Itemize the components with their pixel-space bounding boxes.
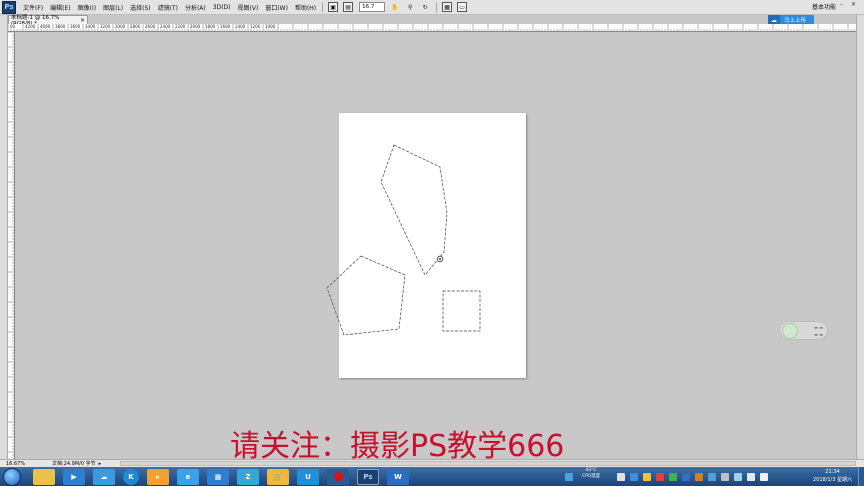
clock-time: 21:34 bbox=[825, 469, 840, 475]
shield-icon[interactable]: U bbox=[297, 468, 319, 485]
tray-icon-2[interactable] bbox=[630, 472, 638, 481]
ruler-number: 3600 bbox=[70, 24, 81, 29]
record-icon[interactable] bbox=[327, 468, 349, 485]
shopping-cart-icon[interactable]: 🛒 bbox=[267, 468, 289, 485]
tab-close-icon[interactable]: × bbox=[80, 17, 85, 24]
k-app-icon[interactable]: K bbox=[123, 468, 139, 485]
ruler-number: 1000 bbox=[265, 24, 276, 29]
tray-icon-6[interactable] bbox=[682, 472, 690, 481]
rotate-view-icon[interactable]: ↻ bbox=[420, 2, 430, 12]
ruler-number: 2600 bbox=[145, 24, 156, 29]
menu-view[interactable]: 视图(V) bbox=[238, 3, 259, 12]
arrange-documents-icon[interactable]: ▦ bbox=[442, 2, 453, 12]
ruler-number: 2400 bbox=[160, 24, 171, 29]
notification-icons bbox=[612, 467, 768, 486]
arrange-icon[interactable]: ▤ bbox=[343, 2, 354, 12]
media-player-icon[interactable]: ▶ bbox=[63, 468, 85, 485]
ruler-number: 4000 bbox=[40, 24, 51, 29]
vertical-ruler[interactable] bbox=[8, 32, 15, 459]
file-explorer-icon[interactable] bbox=[33, 468, 55, 485]
tray-icon-3[interactable] bbox=[643, 472, 651, 481]
status-zoom[interactable]: 16.67% bbox=[6, 461, 28, 467]
screen-mode-icon[interactable]: ▣ bbox=[328, 2, 339, 12]
tray-icon-4[interactable] bbox=[656, 472, 664, 481]
taskbar-clock[interactable]: 21:34 2018/1/3 星期六 bbox=[813, 468, 852, 484]
vertical-ruler-ticks bbox=[8, 32, 15, 459]
horizontal-scrollbar[interactable] bbox=[120, 461, 856, 466]
start-button[interactable] bbox=[3, 467, 21, 486]
menu-file[interactable]: 文件(F) bbox=[23, 3, 43, 12]
hand-tool-icon[interactable]: ✋ bbox=[390, 2, 400, 12]
status-bar: 16.67% 文档:24.9M/0 字节 ▸ bbox=[0, 459, 864, 467]
status-menu-arrow-icon[interactable]: ▸ bbox=[99, 461, 102, 467]
menu-bar: Ps 文件(F) 编辑(E) 图像(I) 图层(L) 选择(S) 滤镜(T) 分… bbox=[0, 0, 864, 15]
horizontal-ruler[interactable]: 00 4200 4000 3800 3600 3400 3200 3000 2800 2600 24… bbox=[8, 24, 856, 32]
windows-taskbar: ▶ ☁ K ▸ e ▦ Z 🛒 U Ps W 43°C CPU温度 21:34 … bbox=[0, 467, 864, 486]
internet-explorer-icon[interactable]: e bbox=[177, 468, 199, 485]
word-icon[interactable]: W bbox=[387, 468, 409, 485]
ruler-number: 1200 bbox=[250, 24, 261, 29]
network-icon[interactable] bbox=[734, 472, 742, 481]
menu-3d[interactable]: 3D(D) bbox=[213, 4, 231, 11]
ruler-number: 2000 bbox=[190, 24, 201, 29]
menu-help[interactable]: 帮助(H) bbox=[295, 3, 316, 12]
zoom-select[interactable]: 16.7 bbox=[359, 2, 386, 12]
menu-filter[interactable]: 滤镜(T) bbox=[158, 3, 178, 12]
widget-stat-line: ▬ ▬ bbox=[814, 332, 823, 337]
widget-stat-line: ▬ ▬ bbox=[814, 325, 823, 330]
ruler-number: 3800 bbox=[55, 24, 66, 29]
clock-date: 2018/1/3 星期六 bbox=[812, 477, 852, 483]
menu-analysis[interactable]: 分析(A) bbox=[185, 3, 206, 12]
status-doc-info: 文档:24.9M/0 字节 bbox=[52, 461, 96, 467]
tray-icon-1[interactable] bbox=[617, 472, 625, 481]
close-icon[interactable]: ✕ bbox=[851, 1, 858, 8]
cpu-usage-indicator bbox=[782, 323, 798, 339]
photoshop-window: Ps 文件(F) 编辑(E) 图像(I) 图层(L) 选择(S) 滤镜(T) 分… bbox=[0, 0, 864, 486]
menu-image[interactable]: 图像(I) bbox=[78, 3, 96, 12]
tray-icon-9[interactable] bbox=[721, 472, 729, 481]
volume-icon[interactable] bbox=[747, 472, 755, 481]
cpu-temp-readout: 43°C CPU温度 bbox=[578, 468, 604, 480]
document-canvas[interactable] bbox=[339, 113, 526, 378]
ruler-number: 1400 bbox=[235, 24, 246, 29]
ruler-number: 1600 bbox=[220, 24, 231, 29]
ruler-number: 4200 bbox=[25, 24, 36, 29]
menu-select[interactable]: 选择(S) bbox=[130, 3, 151, 12]
system-tray bbox=[560, 467, 573, 486]
menu-edit[interactable]: 编辑(E) bbox=[50, 3, 70, 12]
toolbar-separator bbox=[322, 1, 324, 13]
ruler-number: 1800 bbox=[205, 24, 216, 29]
panels-collapsed[interactable] bbox=[856, 15, 864, 459]
ruler-number: 00 bbox=[10, 24, 16, 29]
tray-icon-5[interactable] bbox=[669, 472, 677, 481]
cpu-monitor-widget[interactable]: ▬ ▬ ▬ ▬ bbox=[779, 321, 828, 340]
video-player-icon[interactable]: ▸ bbox=[147, 468, 169, 485]
workspace-switcher[interactable]: 基本功能 bbox=[812, 2, 836, 11]
document-tab[interactable]: 未标题-1 @ 16.7%(RGB/8) * × bbox=[8, 15, 88, 27]
zoom-tool-icon[interactable]: ⚲ bbox=[405, 2, 415, 12]
ruler-number: 3200 bbox=[100, 24, 111, 29]
flag-icon[interactable] bbox=[760, 472, 768, 481]
photoshop-taskbar-icon[interactable]: Ps bbox=[357, 468, 379, 485]
screen-mode-toggle-icon[interactable]: ▭ bbox=[457, 2, 468, 12]
show-desktop-button[interactable] bbox=[858, 467, 864, 486]
photoshop-logo: Ps bbox=[2, 0, 16, 14]
menu-window[interactable]: 窗口(W) bbox=[265, 3, 288, 12]
ruler-number: 3400 bbox=[85, 24, 96, 29]
zip-app-icon[interactable]: Z bbox=[237, 468, 259, 485]
cpu-temp-label: CPU温度 bbox=[581, 474, 601, 479]
tray-icon-8[interactable] bbox=[708, 472, 716, 481]
upload-button-label: 马上上传 bbox=[784, 18, 807, 24]
ruler-number: 2800 bbox=[130, 24, 141, 29]
ruler-number: 2200 bbox=[175, 24, 186, 29]
tray-app-icon[interactable] bbox=[565, 472, 573, 481]
toolbar-separator bbox=[436, 1, 438, 13]
minimize-icon[interactable]: – bbox=[840, 1, 847, 8]
tray-icon-7[interactable] bbox=[695, 472, 703, 481]
baidu-cloud-icon[interactable]: ☁ bbox=[93, 468, 115, 485]
ruler-number: 3000 bbox=[115, 24, 126, 29]
tools-panel-collapsed[interactable] bbox=[0, 15, 8, 459]
menu-layer[interactable]: 图层(L) bbox=[103, 3, 123, 12]
app-icon[interactable]: ▦ bbox=[207, 468, 229, 485]
